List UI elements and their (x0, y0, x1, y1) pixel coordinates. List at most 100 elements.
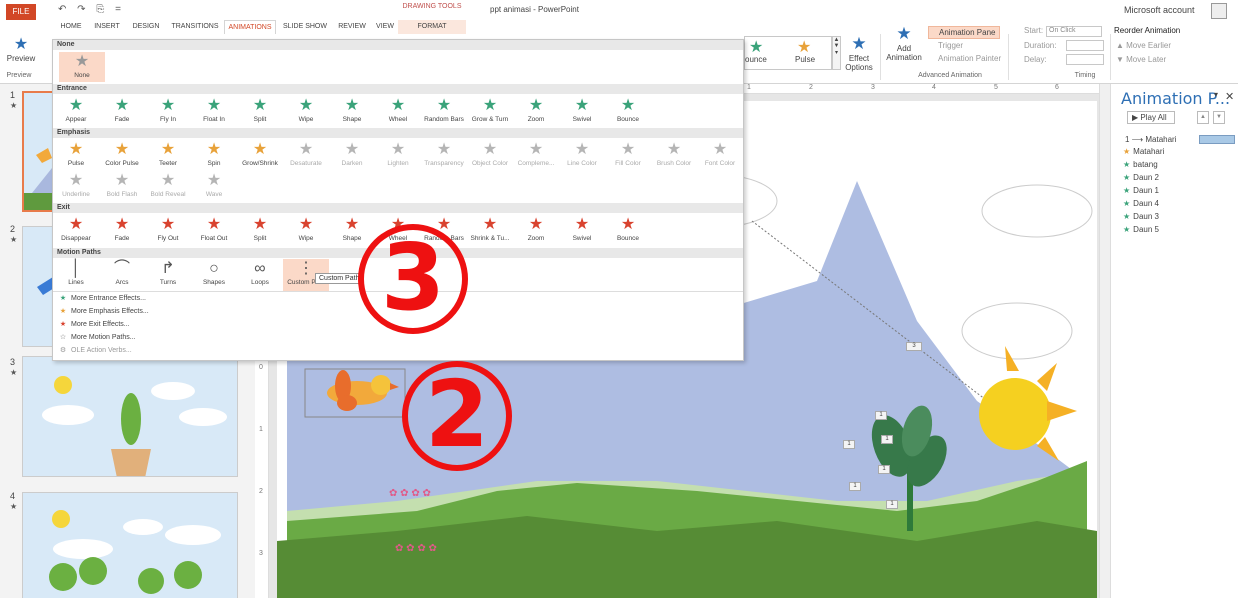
gallery-item[interactable]: ★ Grow & Turn (467, 96, 513, 128)
gallery-item-bounce[interactable]: ounce (745, 55, 767, 64)
tab-home[interactable]: HOME (56, 20, 86, 34)
account-link[interactable]: Microsoft account (1124, 5, 1195, 15)
gallery-item[interactable]: ★ Font Color (697, 140, 743, 172)
gallery-item[interactable]: ★ Compleme... (513, 140, 559, 172)
slide-thumbnail-4[interactable] (22, 492, 238, 598)
tab-review[interactable]: REVIEW (336, 20, 368, 34)
gallery-item[interactable]: ★ Wave (191, 171, 237, 203)
gallery-item-pulse[interactable]: Pulse (795, 55, 815, 64)
gallery-item[interactable]: ★ Swivel (559, 96, 605, 128)
gallery-item[interactable]: ★ Fade (99, 96, 145, 128)
close-icon[interactable]: ✕ (1225, 90, 1234, 103)
gallery-item[interactable]: ★ Object Color (467, 140, 513, 172)
move-down-icon[interactable]: ▼ (1213, 111, 1225, 124)
animation-tag[interactable]: 1 (875, 411, 887, 420)
anim-item[interactable]: ★ Daun 5 (1123, 224, 1159, 235)
gallery-item[interactable]: ★ Wheel (375, 96, 421, 128)
add-animation-button[interactable]: ★ Add Animation (882, 24, 926, 62)
gallery-item[interactable]: ★ Split (237, 96, 283, 128)
gallery-item[interactable]: ★ Teeter (145, 140, 191, 172)
animation-gallery[interactable]: ★ ounce ★ Pulse (744, 36, 832, 70)
anim-item[interactable]: ★ Daun 2 (1123, 172, 1159, 183)
anim-item[interactable]: ★ Matahari (1123, 146, 1164, 157)
animation-pane-button[interactable]: Animation Pane (928, 26, 1000, 39)
move-later-button[interactable]: ▼ Move Later (1116, 55, 1166, 64)
gallery-item[interactable]: ★ Swivel (559, 215, 605, 247)
redo-icon[interactable]: ↷ (77, 4, 85, 15)
tab-transitions[interactable]: TRANSITIONS (168, 20, 222, 34)
animation-tag[interactable]: 1 (878, 465, 890, 474)
gallery-item[interactable]: ★ Appear (53, 96, 99, 128)
gallery-item[interactable]: ★ Random Bars (421, 96, 467, 128)
gallery-item[interactable]: ★ Zoom (513, 215, 559, 247)
gallery-item[interactable]: ★ Spin (191, 140, 237, 172)
animation-tag[interactable]: 3 (906, 342, 922, 351)
gallery-item[interactable]: ★ Fly In (145, 96, 191, 128)
trigger-button[interactable]: Trigger (938, 41, 963, 50)
play-all-button[interactable]: ▶ Play All (1127, 111, 1175, 124)
more-entrance-effects[interactable]: ★ More Entrance Effects... (57, 293, 146, 305)
gallery-item[interactable]: ∞ Loops (237, 259, 283, 291)
tab-format[interactable]: FORMAT (412, 20, 452, 34)
gallery-item-none[interactable]: ★ None (59, 52, 105, 82)
animation-tag[interactable]: 1 (886, 500, 898, 509)
gallery-item[interactable]: ★ Bold Reveal (145, 171, 191, 203)
animation-tag[interactable]: 1 (849, 482, 861, 491)
gallery-item[interactable]: ★ Darken (329, 140, 375, 172)
animation-tag[interactable]: 1 (881, 435, 893, 444)
undo-icon[interactable]: ↶ (58, 4, 66, 15)
preview-button[interactable]: ★ Preview (6, 34, 36, 63)
anim-item[interactable]: ★ Daun 1 (1123, 185, 1159, 196)
move-earlier-button[interactable]: ▲ Move Earlier (1116, 41, 1171, 50)
file-tab[interactable]: FILE (6, 4, 36, 20)
animation-tag[interactable]: 1 (843, 440, 855, 449)
gallery-item[interactable]: ★ Bold Flash (99, 171, 145, 203)
start-slideshow-icon[interactable]: ⎘ (96, 4, 104, 15)
anim-item[interactable]: ★ Daun 3 (1123, 211, 1159, 222)
gallery-item[interactable]: ★ Fade (99, 215, 145, 247)
start-select[interactable]: On Click (1046, 26, 1102, 37)
gallery-item[interactable]: ⌒ Arcs (99, 259, 145, 291)
slide-scrollbar[interactable] (1099, 84, 1110, 598)
gallery-item[interactable]: ★ Pulse (53, 140, 99, 172)
gallery-item[interactable]: ★ Split (237, 215, 283, 247)
avatar[interactable] (1211, 3, 1227, 19)
tab-animations[interactable]: ANIMATIONS (224, 20, 276, 34)
gallery-item[interactable]: ★ Shape (329, 96, 375, 128)
gallery-item[interactable]: │ Lines (53, 259, 99, 291)
gallery-item[interactable]: ★ Bounce (605, 215, 651, 247)
gallery-item[interactable]: ★ Grow/Shrink (237, 140, 283, 172)
customize-qat-icon[interactable]: = (115, 4, 121, 15)
animation-painter-button[interactable]: Animation Painter (938, 54, 1001, 63)
gallery-item[interactable]: ○ Shapes (191, 259, 237, 291)
gallery-item[interactable]: ★ Fill Color (605, 140, 651, 172)
duration-input[interactable] (1066, 40, 1104, 51)
ole-action-verbs[interactable]: ⚙ OLE Action Verbs... (57, 345, 132, 357)
gallery-item[interactable]: ★ Underline (53, 171, 99, 203)
gallery-item[interactable]: ★ Brush Color (651, 140, 697, 172)
slide-thumbnail-3[interactable] (22, 356, 238, 477)
pane-options-icon[interactable]: ▾ (1214, 90, 1218, 99)
gallery-item[interactable]: ★ Zoom (513, 96, 559, 128)
more-emphasis-effects[interactable]: ★ More Emphasis Effects... (57, 306, 149, 318)
more-exit-effects[interactable]: ★ More Exit Effects... (57, 319, 130, 331)
gallery-item[interactable]: ★ Line Color (559, 140, 605, 172)
anim-item[interactable]: 1 ⟶ Matahari (1125, 134, 1177, 145)
gallery-item[interactable]: ★ Desaturate (283, 140, 329, 172)
more-motion-paths[interactable]: ☆ More Motion Paths... (57, 332, 136, 344)
gallery-item[interactable]: ★ Disappear (53, 215, 99, 247)
gallery-item[interactable]: ↱ Turns (145, 259, 191, 291)
gallery-item[interactable]: ★ Lighten (375, 140, 421, 172)
gallery-item[interactable]: ★ Shape (329, 215, 375, 247)
effect-options-button[interactable]: ★ Effect Options (842, 34, 876, 72)
move-up-icon[interactable]: ▲ (1197, 111, 1209, 124)
tab-view[interactable]: VIEW (372, 20, 398, 34)
gallery-item[interactable]: ★ Wipe (283, 215, 329, 247)
delay-input[interactable] (1066, 54, 1104, 65)
gallery-item[interactable]: ★ Float Out (191, 215, 237, 247)
tab-insert[interactable]: INSERT (92, 20, 122, 34)
gallery-item[interactable]: ★ Bounce (605, 96, 651, 128)
gallery-item[interactable]: ★ Float In (191, 96, 237, 128)
tab-design[interactable]: DESIGN (130, 20, 162, 34)
gallery-item[interactable]: ★ Fly Out (145, 215, 191, 247)
